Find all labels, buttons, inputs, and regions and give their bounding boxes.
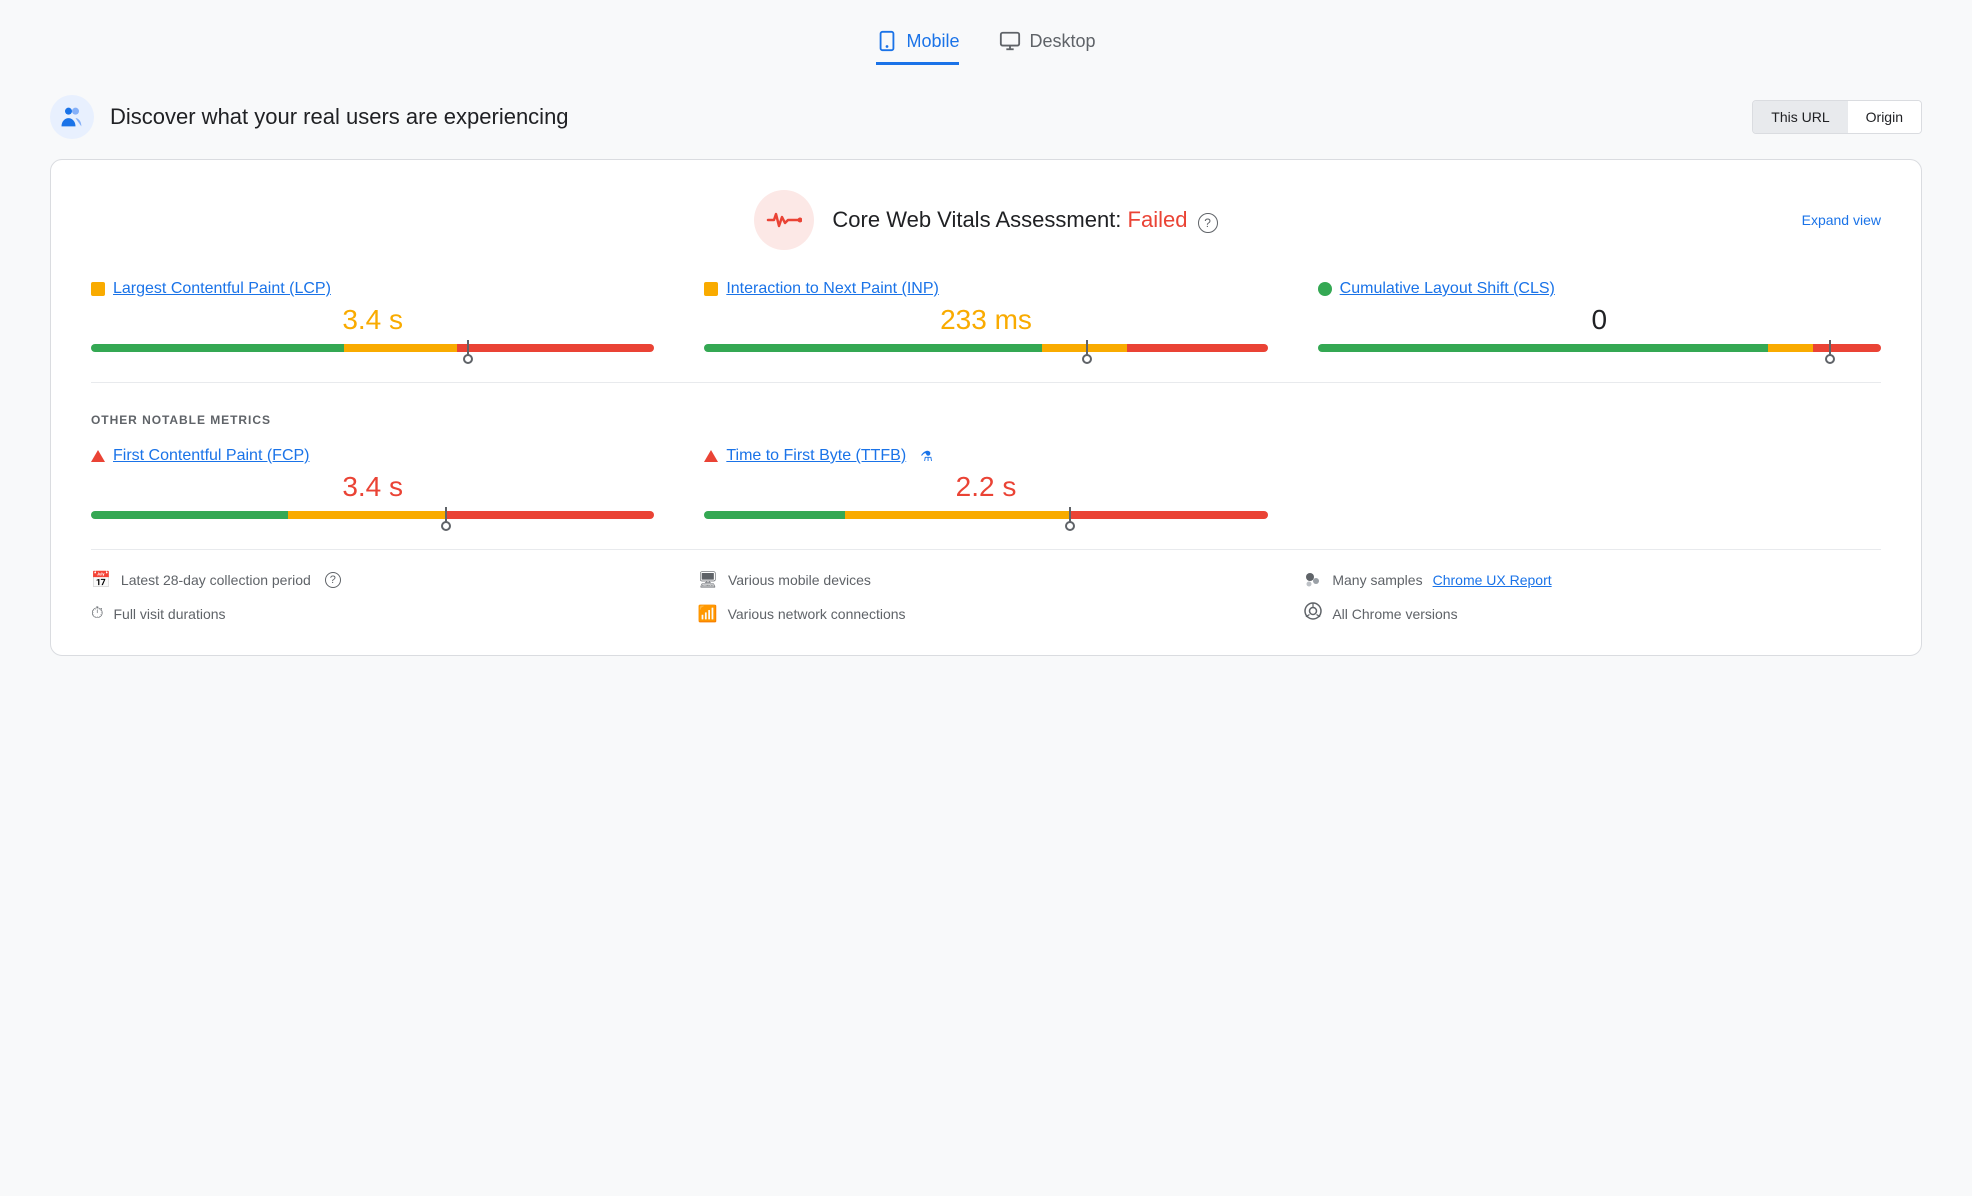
devices-icon: 🖥 xyxy=(698,570,718,590)
metric-lcp: Largest Contentful Paint (LCP) 3.4 s xyxy=(91,280,654,352)
main-card: Core Web Vitals Assessment: Failed ? Exp… xyxy=(50,159,1922,656)
cwv-help-icon[interactable]: ? xyxy=(1198,213,1218,233)
footer-devices-text: Various mobile devices xyxy=(728,572,871,588)
chrome-versions-icon xyxy=(1304,602,1322,620)
lcp-value: 3.4 s xyxy=(91,304,654,336)
samples-svg-icon xyxy=(1304,571,1322,589)
metric-ttfb: Time to First Byte (TTFB) ⚗ 2.2 s xyxy=(704,447,1267,519)
footer-section: 📅 Latest 28-day collection period ? 🖥 Va… xyxy=(91,549,1881,625)
footer-chrome-text: All Chrome versions xyxy=(1332,606,1457,622)
metric-inp: Interaction to Next Paint (INP) 233 ms xyxy=(704,280,1267,352)
footer-duration: ⏱ Full visit durations xyxy=(91,602,668,625)
other-metrics-section: OTHER NOTABLE METRICS First Contentful P… xyxy=(91,413,1881,519)
footer-collection-text: Latest 28-day collection period xyxy=(121,572,311,588)
cwv-icon-circle xyxy=(754,190,814,250)
desktop-icon xyxy=(999,30,1021,52)
section-divider xyxy=(91,382,1881,383)
cwv-waveform-icon xyxy=(766,209,802,231)
calendar-icon: 📅 xyxy=(91,570,111,590)
timer-icon: ⏱ xyxy=(91,605,103,623)
this-url-button[interactable]: This URL xyxy=(1753,101,1847,133)
inp-value: 233 ms xyxy=(704,304,1267,336)
header-section: Discover what your real users are experi… xyxy=(40,95,1932,139)
ttfb-name[interactable]: Time to First Byte (TTFB) xyxy=(726,447,906,465)
inp-bar xyxy=(704,344,1267,352)
url-origin-toggle: This URL Origin xyxy=(1752,100,1922,134)
ttfb-flask-icon: ⚗ xyxy=(920,448,933,465)
ttfb-triangle-icon xyxy=(704,450,718,462)
header-left: Discover what your real users are experi… xyxy=(50,95,569,139)
header-title: Discover what your real users are experi… xyxy=(110,104,569,130)
cls-bar xyxy=(1318,344,1881,352)
other-metrics-label: OTHER NOTABLE METRICS xyxy=(91,413,1881,427)
fcp-value: 3.4 s xyxy=(91,471,654,503)
users-icon xyxy=(58,103,86,131)
cls-value: 0 xyxy=(1318,304,1881,336)
metrics-grid: Largest Contentful Paint (LCP) 3.4 s xyxy=(91,280,1881,352)
other-metrics-empty xyxy=(1318,447,1881,519)
cls-name[interactable]: Cumulative Layout Shift (CLS) xyxy=(1340,280,1555,298)
tab-desktop-label: Desktop xyxy=(1029,31,1095,52)
cls-dot xyxy=(1318,282,1332,296)
collection-help-icon[interactable]: ? xyxy=(325,572,341,588)
mobile-icon xyxy=(876,30,898,52)
tab-mobile-label: Mobile xyxy=(906,31,959,52)
fcp-bar xyxy=(91,511,654,519)
footer-network-text: Various network connections xyxy=(728,606,906,622)
inp-dot xyxy=(704,282,718,296)
cwv-title: Core Web Vitals Assessment: Failed ? xyxy=(832,207,1217,233)
lcp-bar xyxy=(91,344,654,352)
header-avatar xyxy=(50,95,94,139)
inp-name[interactable]: Interaction to Next Paint (INP) xyxy=(726,280,939,298)
tab-bar: Mobile Desktop xyxy=(40,20,1932,65)
chrome-icon xyxy=(1304,602,1322,625)
expand-view-link[interactable]: Expand view xyxy=(1802,212,1881,228)
footer-duration-text: Full visit durations xyxy=(113,606,225,622)
lcp-name[interactable]: Largest Contentful Paint (LCP) xyxy=(113,280,331,298)
metric-fcp: First Contentful Paint (FCP) 3.4 s xyxy=(91,447,654,519)
footer-collection: 📅 Latest 28-day collection period ? xyxy=(91,570,668,590)
metric-cls: Cumulative Layout Shift (CLS) 0 xyxy=(1318,280,1881,352)
lcp-dot xyxy=(91,282,105,296)
ttfb-value: 2.2 s xyxy=(704,471,1267,503)
footer-devices: 🖥 Various mobile devices xyxy=(698,570,1275,590)
origin-button[interactable]: Origin xyxy=(1848,101,1921,133)
tab-desktop[interactable]: Desktop xyxy=(999,30,1095,65)
fcp-name[interactable]: First Contentful Paint (FCP) xyxy=(113,447,310,465)
samples-icon xyxy=(1304,571,1322,589)
tab-mobile[interactable]: Mobile xyxy=(876,30,959,65)
ttfb-bar xyxy=(704,511,1267,519)
chrome-ux-report-link[interactable]: Chrome UX Report xyxy=(1433,572,1552,588)
network-icon: 📶 xyxy=(698,604,718,624)
footer-network: 📶 Various network connections xyxy=(698,602,1275,625)
footer-samples-text: Many samples xyxy=(1332,572,1422,588)
footer-samples: Many samples Chrome UX Report xyxy=(1304,570,1881,590)
other-metrics-grid: First Contentful Paint (FCP) 3.4 s xyxy=(91,447,1881,519)
fcp-triangle-icon xyxy=(91,450,105,462)
footer-chrome: All Chrome versions xyxy=(1304,602,1881,625)
cwv-header: Core Web Vitals Assessment: Failed ? Exp… xyxy=(91,190,1881,250)
